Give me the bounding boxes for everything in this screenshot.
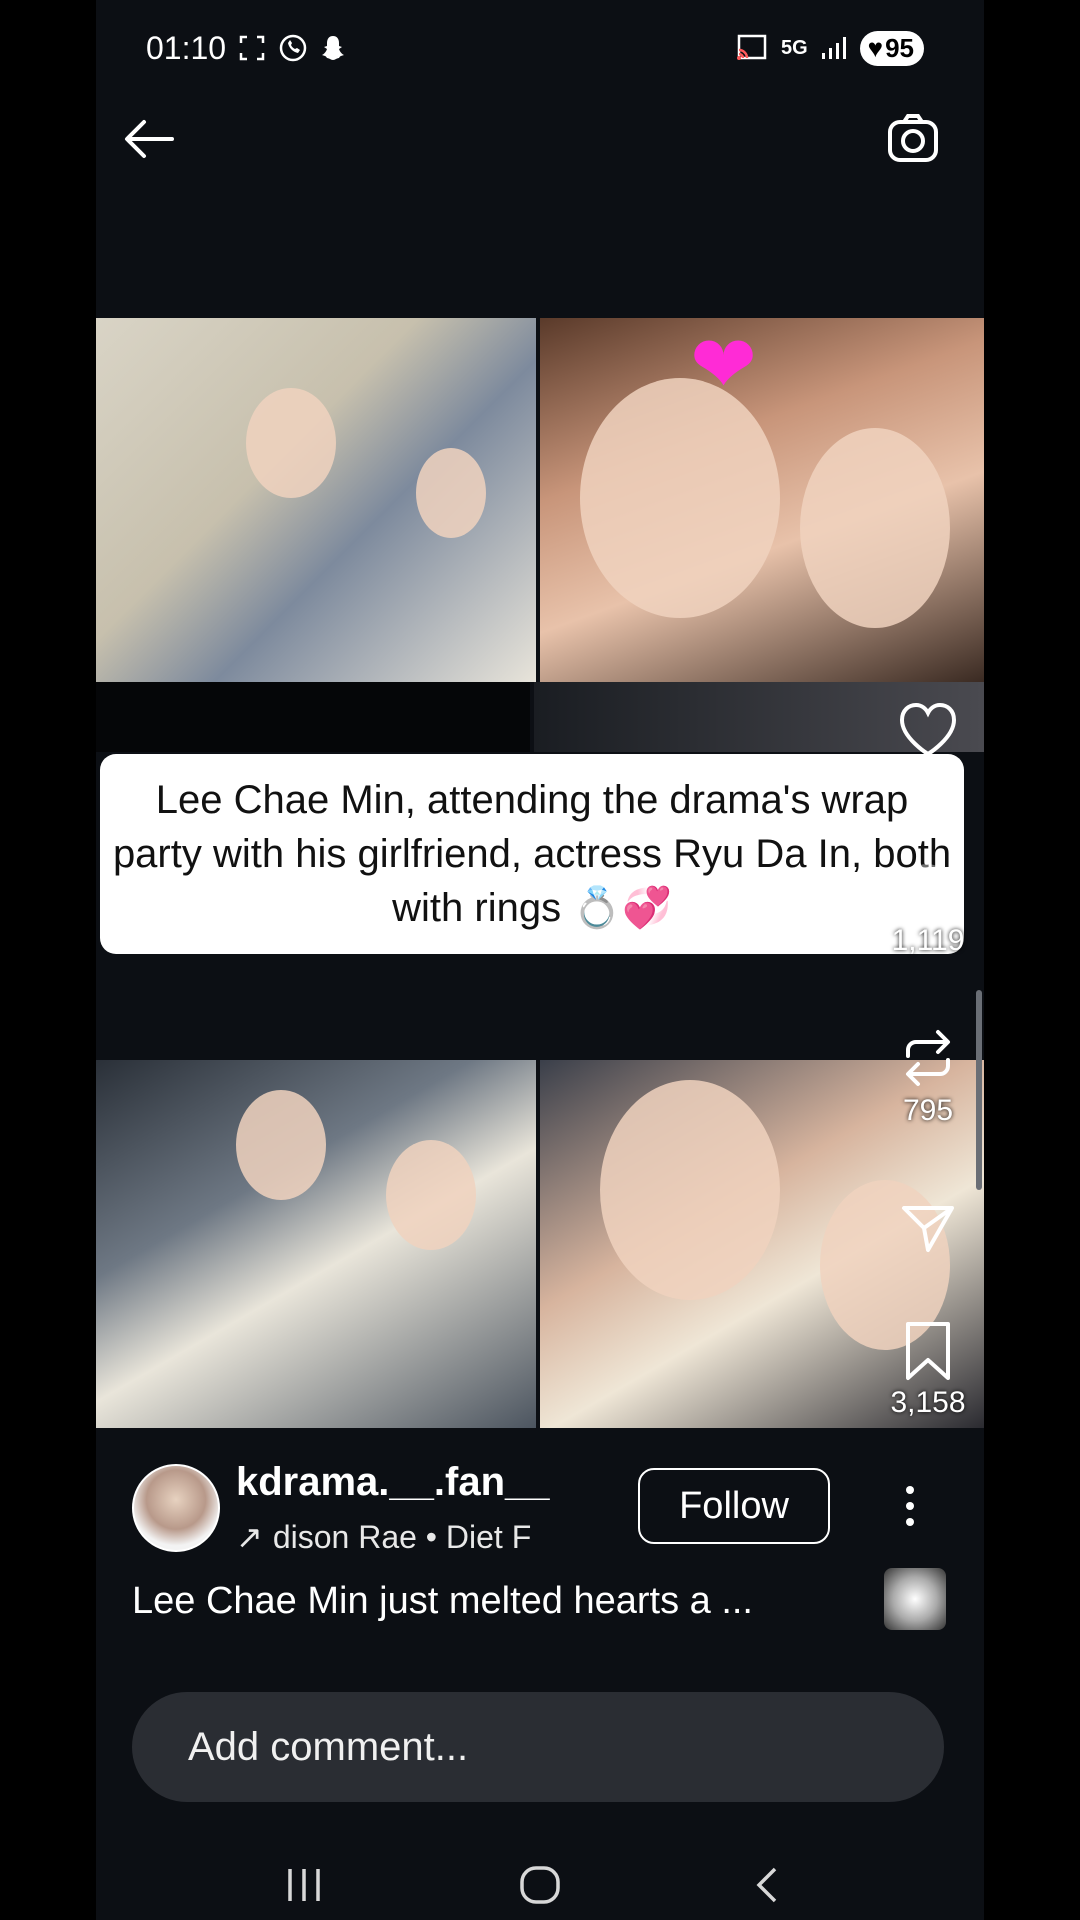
top-bar (96, 100, 984, 180)
photo-top-right: ❤ (540, 318, 984, 682)
follow-button[interactable]: Follow (638, 1468, 830, 1544)
status-right: 5G ♥ 95 (735, 30, 924, 66)
back-nav-icon[interactable] (736, 1860, 796, 1910)
comment-count: 1,119 (891, 924, 965, 957)
system-nav-bar (96, 1820, 984, 1920)
screen-record-icon (239, 35, 265, 61)
status-bar: 01:10 5G ♥ 95 (96, 0, 984, 96)
more-options-icon[interactable] (890, 1476, 930, 1536)
repost-action[interactable]: 795 (872, 1026, 984, 1128)
audio-arrow-icon: ↗ (236, 1519, 263, 1555)
send-icon[interactable] (898, 1200, 958, 1256)
divider-strip-left (96, 682, 530, 752)
comment-action[interactable]: 1,119 (872, 860, 984, 958)
snapchat-icon (322, 36, 345, 60)
photo-bottom-left (96, 1060, 536, 1428)
image-caption-text: Lee Chae Min, attending the drama's wrap… (112, 778, 952, 930)
audio-line[interactable]: ↗ dison Rae • Diet F (236, 1518, 531, 1556)
whatsapp-icon (279, 34, 307, 62)
home-icon[interactable] (510, 1860, 570, 1910)
post-media[interactable]: ❤ Lee Chae Min, attending the drama's wr… (96, 318, 984, 1428)
cast-icon (736, 34, 767, 60)
camera-icon[interactable] (884, 110, 942, 168)
repost-icon[interactable] (898, 1026, 958, 1090)
image-caption-card: Lee Chae Min, attending the drama's wrap… (100, 754, 964, 954)
audio-text: dison Rae • Diet F (272, 1518, 532, 1555)
signal-icon (821, 37, 846, 59)
battery-level: 95 (885, 32, 914, 63)
username[interactable]: kdrama.__.fan__ (236, 1460, 550, 1505)
status-time: 01:10 (146, 29, 227, 66)
comment-icon[interactable] (898, 860, 958, 920)
reel-screen: 01:10 5G ♥ 95 ❤ Lee Chae Min, attending … (96, 0, 984, 1920)
author-row: kdrama.__.fan__ ↗ dison Rae • Diet F Fol… (132, 1460, 932, 1560)
comment-input[interactable]: Add comment... (132, 1692, 944, 1802)
scroll-indicator[interactable] (976, 990, 982, 1190)
caption-row[interactable]: Lee Chae Min just melted hearts a ... (132, 1568, 952, 1638)
save-action[interactable]: 3,158 (872, 1320, 984, 1420)
save-count: 3,158 (890, 1386, 966, 1419)
photo-top-left (96, 318, 536, 682)
repost-count: 795 (902, 1094, 954, 1127)
follow-button-label: Follow (679, 1484, 789, 1527)
heart-sticker-icon: ❤ (690, 320, 758, 409)
comment-placeholder: Add comment... (188, 1724, 469, 1769)
bookmark-icon[interactable] (902, 1320, 954, 1382)
audio-thumbnail[interactable] (884, 1568, 946, 1630)
network-type: 5G (780, 36, 808, 59)
recent-apps-icon[interactable] (274, 1860, 334, 1910)
back-arrow-icon[interactable] (120, 110, 178, 168)
share-action[interactable] (872, 1200, 984, 1256)
status-left: 01:10 (146, 30, 346, 67)
shield-icon: ♥ (867, 32, 884, 63)
post-caption[interactable]: Lee Chae Min just melted hearts a ... (132, 1580, 753, 1623)
avatar[interactable] (132, 1464, 220, 1552)
like-action[interactable] (872, 700, 984, 760)
heart-icon[interactable] (896, 700, 960, 760)
battery-indicator: ♥ 95 (859, 30, 924, 66)
